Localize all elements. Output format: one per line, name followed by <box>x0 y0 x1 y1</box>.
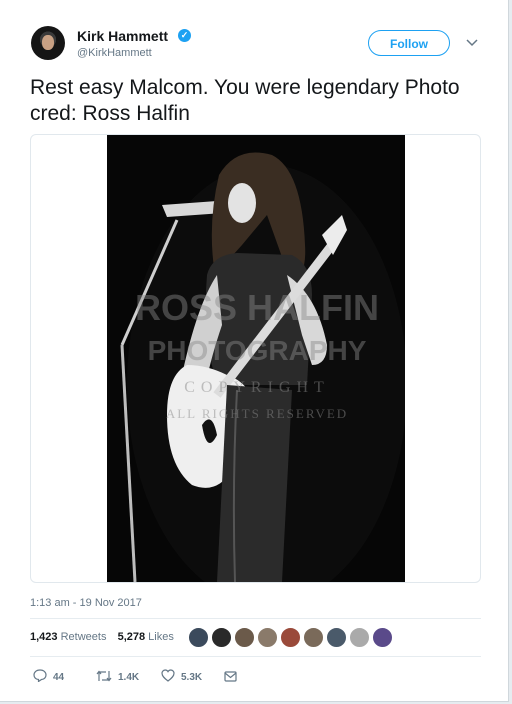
watermark-line-4: ALL RIGHTS RESERVED <box>166 406 348 421</box>
liker-avatar[interactable] <box>303 627 324 648</box>
retweets-label[interactable]: Retweets <box>61 631 107 643</box>
liker-avatar[interactable] <box>280 627 301 648</box>
liker-avatar[interactable] <box>326 627 347 648</box>
reply-icon <box>33 669 47 683</box>
liker-avatar[interactable] <box>234 627 255 648</box>
like-count: 5.3K <box>181 672 203 683</box>
author-avatar[interactable] <box>31 26 65 60</box>
liker-avatar[interactable] <box>188 627 209 648</box>
retweet-count: 1.4K <box>118 672 140 683</box>
follow-button[interactable]: Follow <box>368 30 450 56</box>
tweet-text: Rest easy Malcom. You were legendary Pho… <box>30 76 460 125</box>
reply-count: 44 <box>53 672 65 683</box>
retweet-icon <box>96 670 112 682</box>
retweets-count[interactable]: 1,423 <box>30 631 58 643</box>
watermark-line-3: COPYRIGHT <box>184 379 330 396</box>
engagement-stats: 1,423 Retweets 5,278 Likes <box>30 631 174 643</box>
likes-label[interactable]: Likes <box>148 631 174 643</box>
likes-count[interactable]: 5,278 <box>118 631 146 643</box>
liker-avatar[interactable] <box>349 627 370 648</box>
verified-badge-icon: ✓ <box>178 29 191 42</box>
liker-avatar[interactable] <box>211 627 232 648</box>
watermark-line-2: PHOTOGRAPHY <box>148 335 367 366</box>
divider <box>30 618 481 619</box>
author-handle[interactable]: @KirkHammett <box>77 47 152 59</box>
author-name[interactable]: Kirk Hammett <box>77 28 168 44</box>
tweet-timestamp[interactable]: 1:13 am - 19 Nov 2017 <box>30 597 142 609</box>
direct-message-button[interactable] <box>224 669 237 683</box>
heart-icon <box>161 669 175 682</box>
envelope-icon <box>224 671 237 682</box>
liker-avatar[interactable] <box>257 627 278 648</box>
tweet-card: Kirk Hammett ✓ @KirkHammett Follow Rest … <box>0 0 509 702</box>
like-button[interactable]: 5.3K <box>161 669 202 683</box>
tweet-photo[interactable]: ROSS HALFIN PHOTOGRAPHY COPYRIGHT ALL RI… <box>107 135 405 582</box>
liker-avatar[interactable] <box>372 627 393 648</box>
chevron-down-icon[interactable] <box>466 34 478 50</box>
watermark-line-1: ROSS HALFIN <box>135 287 379 328</box>
divider <box>30 656 481 657</box>
reply-button[interactable]: 44 <box>33 669 64 683</box>
retweet-button[interactable]: 1.4K <box>96 669 139 683</box>
